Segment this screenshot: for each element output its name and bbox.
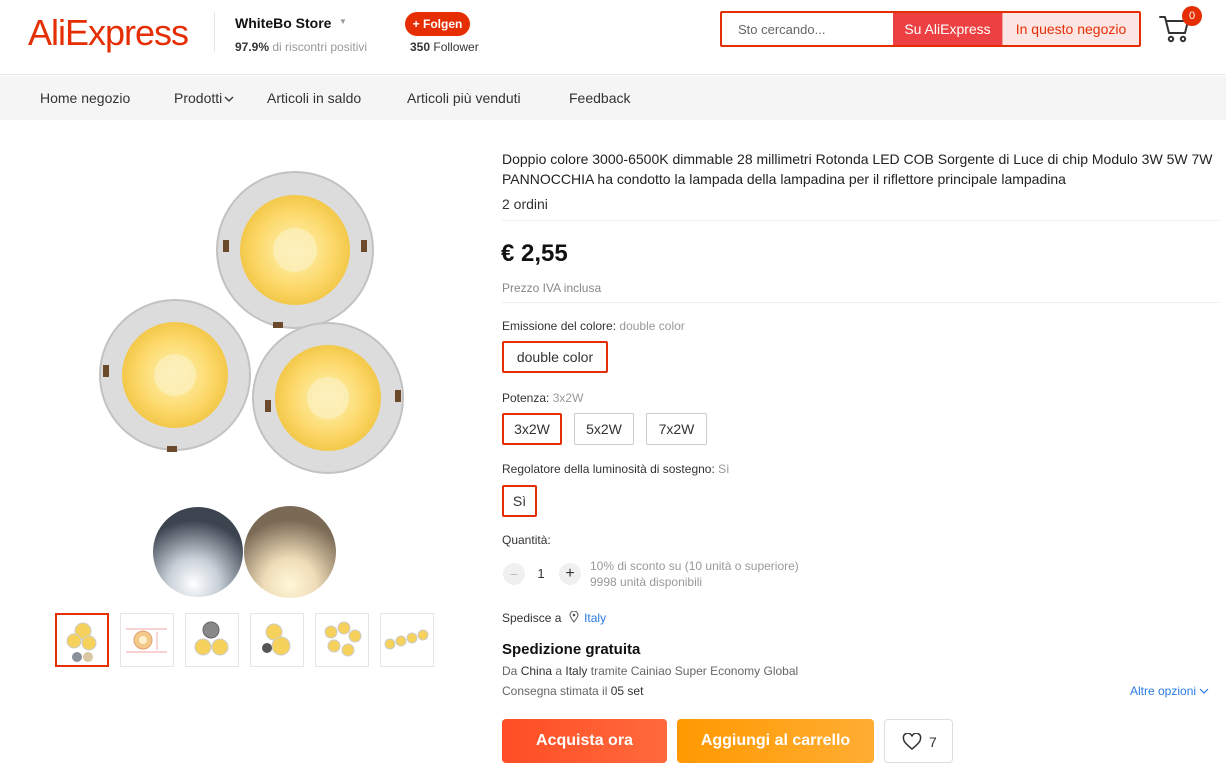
thumbnail-4[interactable] [250,613,304,667]
route-to-label: a [552,664,566,678]
store-nav: Home negozio Prodotti Articoli in saldo … [0,76,1226,120]
cart-icon[interactable]: 0 [1158,6,1202,46]
delivery-date: 05 set [610,684,644,698]
followers-count: 350 Follower [410,40,479,54]
nav-home[interactable]: Home negozio [40,90,130,106]
option-power-5x2w[interactable]: 5x2W [574,413,634,445]
ship-to: Spedisce a Italy [502,610,606,625]
nav-products-label: Prodotti [174,90,223,106]
divider [502,220,1219,221]
thumbnail-5[interactable] [315,613,369,667]
route-carrier: tramite Cainiao Super Economy Global [587,664,799,678]
thumbnail-1[interactable] [55,613,109,667]
power-property-label: Potenza: 3x2W [502,391,583,405]
store-feedback: 97.9% di riscontri positivi [235,40,367,54]
quantity-label: Quantità: [502,533,551,547]
feedback-percent: 97.9% [235,40,270,54]
chevron-down-icon [224,96,234,102]
option-dimmer-yes[interactable]: Sì [502,485,537,517]
option-power-7x2w[interactable]: 7x2W [646,413,707,445]
order-count: 2 ordini [502,196,548,212]
more-shipping-options-link[interactable]: Altre opzioni [1130,684,1209,698]
dimmer-property-label: Regolatore della luminosità di sostegno:… [502,462,729,476]
thumbnail-strip [55,613,434,667]
nav-products[interactable]: Prodotti [174,90,234,106]
thumbnail-6[interactable] [380,613,434,667]
more-options-label: Altre opzioni [1130,684,1197,698]
led-module-left [99,299,251,452]
header-divider [214,12,215,52]
shipping-route: Da China a Italy tramite Cainiao Super E… [502,664,798,678]
route-from: China [520,664,553,678]
stock-available: 9998 unità disponibili [590,575,703,589]
bulk-discount-text: 10% di sconto su (10 unità o superiore) [590,559,799,573]
search-bar: Su AliExpress In questo negozio [720,11,1141,47]
ship-to-label: Spedisce a [502,611,562,625]
product-price: € 2,55 [501,240,568,267]
quantity-value[interactable]: 1 [532,566,550,581]
vat-note: Prezzo IVA inclusa [502,281,602,295]
wishlist-count: 7 [929,734,937,750]
color-selected-value: double color [619,319,685,333]
product-main-image[interactable] [55,140,435,500]
search-input[interactable] [722,13,893,45]
nav-bestsellers[interactable]: Articoli più venduti [407,90,521,106]
location-pin-icon [569,610,579,623]
store-dropdown-icon[interactable]: ▼ [339,17,347,26]
buy-now-button[interactable]: Acquista ora [502,719,667,763]
quantity-increase-button[interactable]: + [559,563,581,585]
dimmer-selected-value: Sì [718,462,730,476]
power-selected-value: 3x2W [552,391,584,405]
quantity-decrease-button[interactable]: − [503,563,525,585]
followers-number: 350 [410,40,431,54]
cart-count-badge: 0 [1182,6,1202,26]
chevron-down-icon [1199,688,1209,694]
shipping-title: Spedizione gratuita [502,641,641,658]
aliexpress-logo[interactable]: AliExpress [28,12,189,54]
store-name[interactable]: WhiteBo Store [235,15,331,31]
nav-sale[interactable]: Articoli in saldo [267,90,361,106]
color-property-label: Emissione del colore: double color [502,319,685,333]
store-header: AliExpress WhiteBo Store ▼ 97.9% di risc… [0,0,1226,75]
add-to-cart-button[interactable]: Aggiungi al carrello [677,719,874,763]
delivery-estimate: Consegna stimata il 05 set [502,684,643,698]
thumbnail-2[interactable] [120,613,174,667]
color-temperature-image [153,506,336,598]
divider [502,302,1219,303]
option-color-double[interactable]: double color [502,341,608,373]
power-label: Potenza: [502,391,550,405]
feedback-text: di riscontri positivi [269,40,368,54]
wishlist-button[interactable] [884,719,953,763]
search-store-button[interactable]: In questo negozio [1002,13,1139,45]
route-from-label: Da [502,664,521,678]
dimmer-label: Regolatore della luminosità di sostegno: [502,462,715,476]
delivery-label: Consegna stimata il [502,684,611,698]
thumbnail-3[interactable] [185,613,239,667]
led-module-right [252,322,404,474]
follow-button[interactable]: + Folgen [405,12,470,36]
led-module-top [216,171,374,329]
color-label: Emissione del colore: [502,319,617,333]
route-to: Italy [565,664,588,678]
heart-icon [902,733,922,750]
search-aliexpress-button[interactable]: Su AliExpress [893,13,1002,45]
ship-to-country-link[interactable]: Italy [584,611,606,625]
option-power-3x2w[interactable]: 3x2W [502,413,562,445]
product-title: Doppio colore 3000-6500K dimmable 28 mil… [502,151,1213,187]
nav-feedback[interactable]: Feedback [569,90,630,106]
followers-label: Follower [430,40,479,54]
